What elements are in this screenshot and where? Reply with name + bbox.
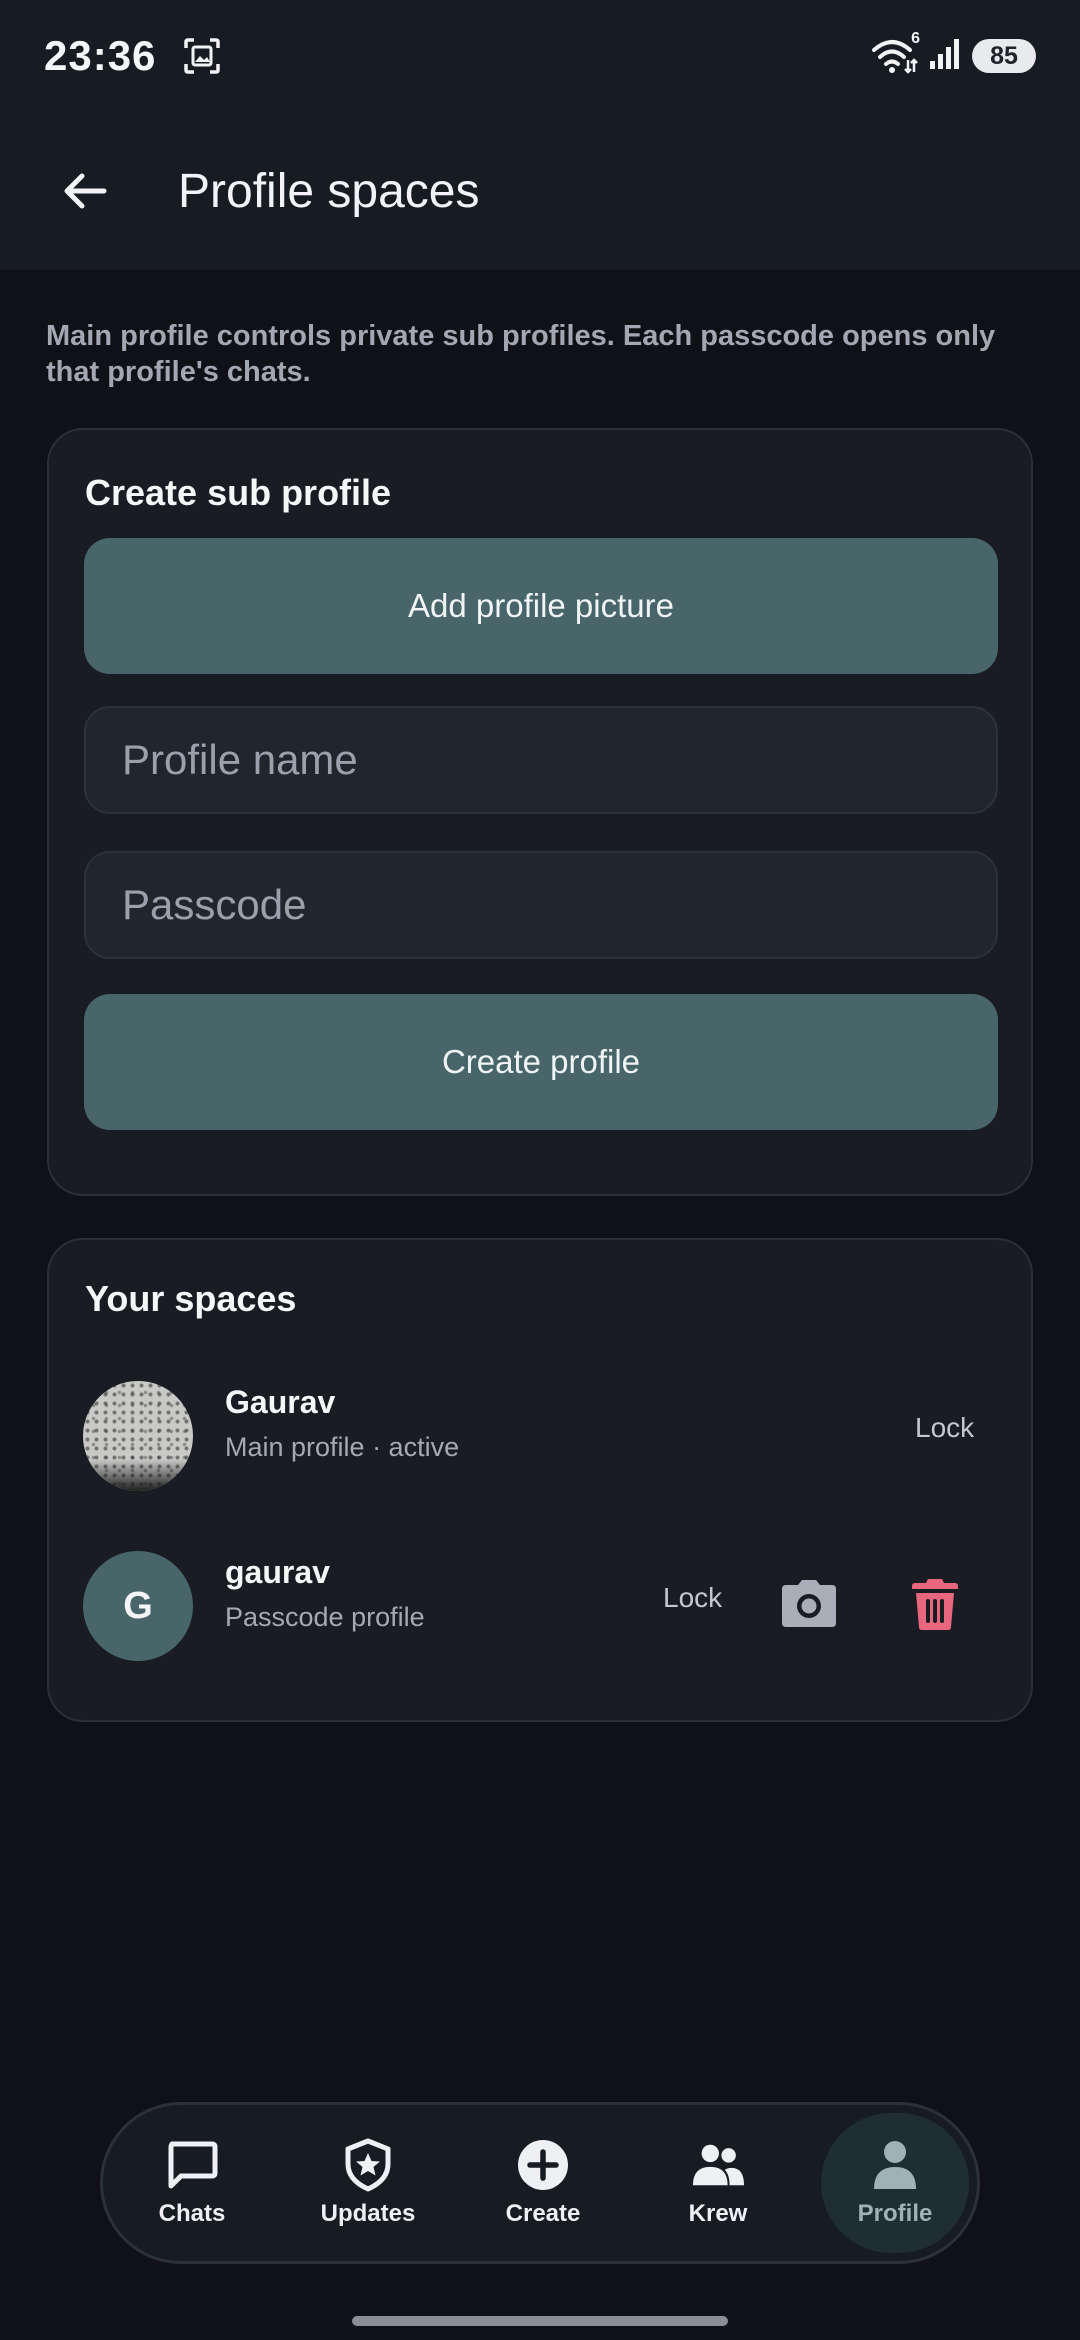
- avatar: [83, 1381, 193, 1491]
- space-row-passcode[interactable]: G gaurav Passcode profile Lock: [49, 1544, 1035, 1664]
- app-bar: Profile spaces: [0, 112, 1080, 270]
- your-spaces-card: Your spaces Gaurav Main profile · active…: [47, 1238, 1033, 1722]
- battery-icon: 85: [972, 39, 1036, 73]
- nav-label: Create: [505, 2200, 581, 2227]
- arrow-left-icon: [64, 173, 107, 209]
- add-profile-picture-button[interactable]: Add profile picture: [84, 538, 998, 674]
- create-sub-profile-card: Create sub profile Add profile picture C…: [47, 428, 1033, 1196]
- screenshot-icon: [182, 36, 222, 76]
- people-icon: [691, 2138, 745, 2192]
- status-time: 23:36: [44, 32, 157, 79]
- status-bar: 23:36 6 85: [0, 0, 1080, 112]
- page-description: Main profile controls private sub profil…: [46, 320, 996, 388]
- trash-icon: [912, 1579, 958, 1630]
- page-title: Profile spaces: [178, 164, 480, 218]
- nav-label: Chats: [158, 2200, 226, 2227]
- signal-icon: [928, 37, 962, 76]
- nav-label: Updates: [320, 2200, 416, 2227]
- space-name: Gaurav: [225, 1384, 336, 1420]
- space-subtitle: Main profile · active: [225, 1432, 460, 1462]
- wifi-badge: 6: [911, 30, 920, 47]
- wifi-icon: 6: [870, 30, 920, 76]
- home-indicator[interactable]: [352, 2316, 728, 2326]
- nav-item-chats[interactable]: Chats: [117, 2113, 267, 2253]
- nav-label: Krew: [688, 2200, 748, 2227]
- space-subtitle: Passcode profile: [225, 1602, 425, 1632]
- delete-profile-button[interactable]: [903, 1572, 967, 1636]
- space-name: gaurav: [225, 1554, 330, 1590]
- card-heading-create: Create sub profile: [85, 472, 392, 513]
- back-button[interactable]: [40, 146, 130, 236]
- profile-name-input[interactable]: [122, 736, 996, 784]
- plus-circle-icon: [516, 2138, 570, 2192]
- nav-item-profile[interactable]: Profile: [821, 2113, 969, 2253]
- card-heading-spaces: Your spaces: [85, 1278, 297, 1319]
- camera-icon: [782, 1580, 836, 1627]
- person-icon: [868, 2138, 922, 2192]
- change-photo-button[interactable]: [777, 1572, 841, 1636]
- nav-item-create[interactable]: Create: [468, 2113, 618, 2253]
- shield-star-icon: [341, 2138, 395, 2192]
- space-row-main[interactable]: Gaurav Main profile · active Lock: [49, 1374, 1035, 1494]
- chat-icon: [165, 2138, 219, 2192]
- nav-label: Profile: [857, 2200, 933, 2227]
- passcode-field[interactable]: [84, 851, 998, 959]
- status-icons: 6 85: [870, 30, 1036, 76]
- avatar: G: [83, 1551, 193, 1661]
- nav-item-updates[interactable]: Updates: [293, 2113, 443, 2253]
- create-profile-button[interactable]: Create profile: [84, 994, 998, 1130]
- nav-item-krew[interactable]: Krew: [643, 2113, 793, 2253]
- screen: 23:36 6 85 Profile spaces Main profile c…: [0, 0, 1080, 2340]
- passcode-input[interactable]: [122, 881, 996, 929]
- bottom-nav: Chats Updates Create Krew Profile: [100, 2102, 980, 2264]
- profile-name-field[interactable]: [84, 706, 998, 814]
- lock-button[interactable]: Lock: [663, 1582, 722, 1614]
- lock-button[interactable]: Lock: [915, 1412, 974, 1444]
